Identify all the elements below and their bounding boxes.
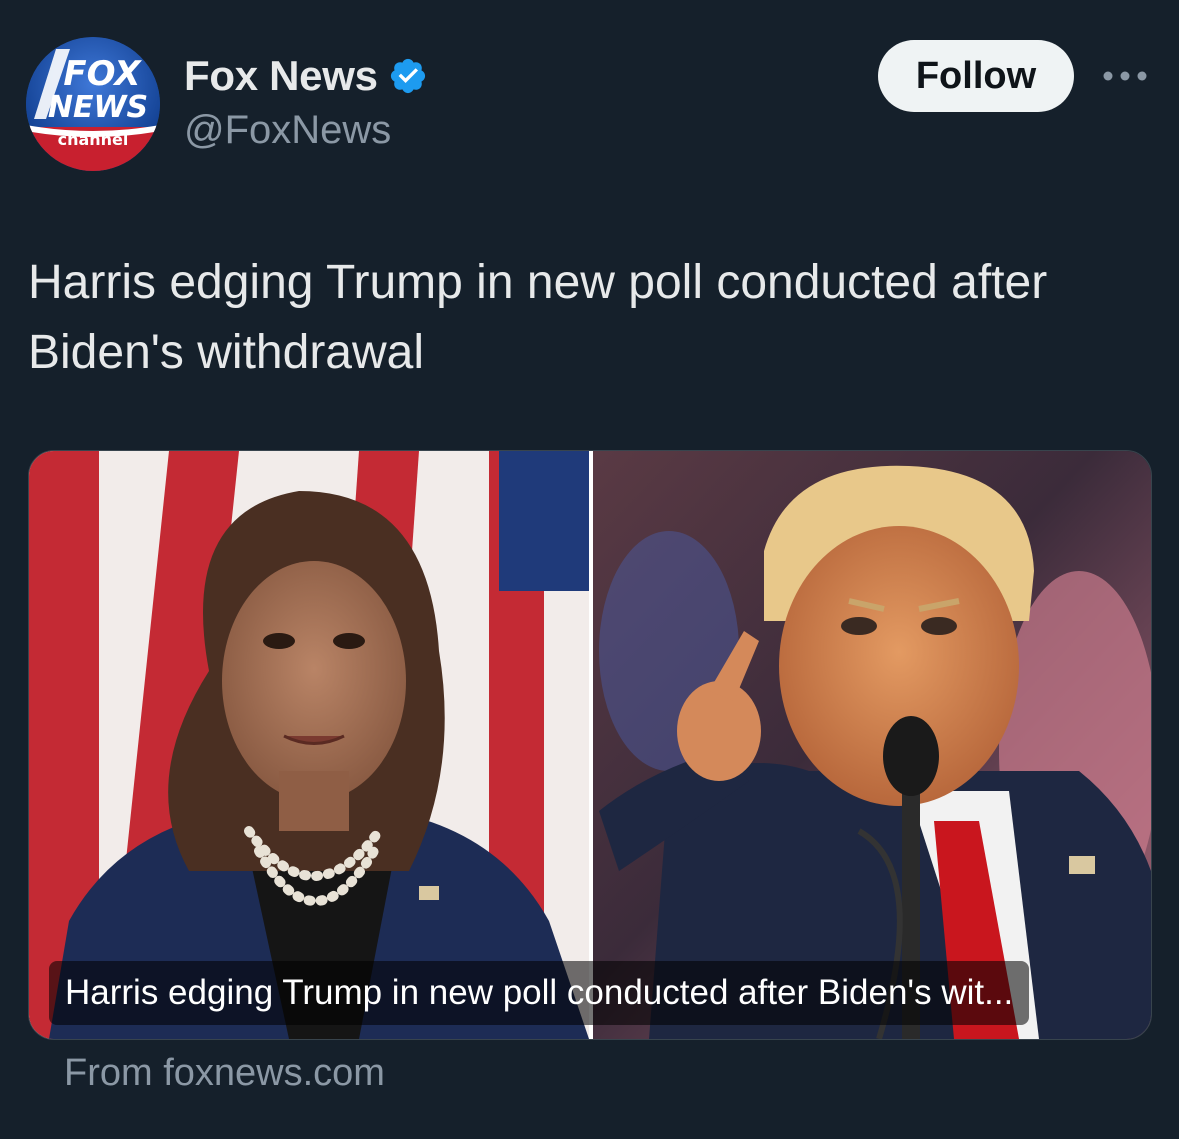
link-card-caption: Harris edging Trump in new poll conducte…	[49, 961, 1030, 1025]
logo-text-news: NEWS	[48, 90, 148, 125]
follow-button[interactable]: Follow	[878, 40, 1074, 112]
link-card[interactable]: Harris edging Trump in new poll conducte…	[28, 450, 1152, 1040]
display-name[interactable]: Fox News	[184, 52, 378, 100]
name-row: Fox News	[184, 52, 428, 100]
fox-news-logo-icon: FOX NEWS channel	[26, 37, 160, 171]
link-source[interactable]: From foxnews.com	[64, 1052, 385, 1095]
verified-badge-icon	[390, 58, 425, 94]
tweet-header: FOX NEWS channel Fox News @FoxNews Follo…	[0, 0, 1179, 180]
link-card-image	[29, 451, 1151, 1039]
more-horizontal-icon[interactable]	[1100, 66, 1150, 86]
fox-news-avatar[interactable]: FOX NEWS channel	[26, 37, 160, 171]
logo-text-fox: FOX	[63, 54, 142, 94]
logo-text-channel: channel	[58, 130, 129, 149]
tweet-text: Harris edging Trump in new poll conducte…	[28, 256, 1048, 379]
account-handle[interactable]: @FoxNews	[184, 108, 391, 153]
